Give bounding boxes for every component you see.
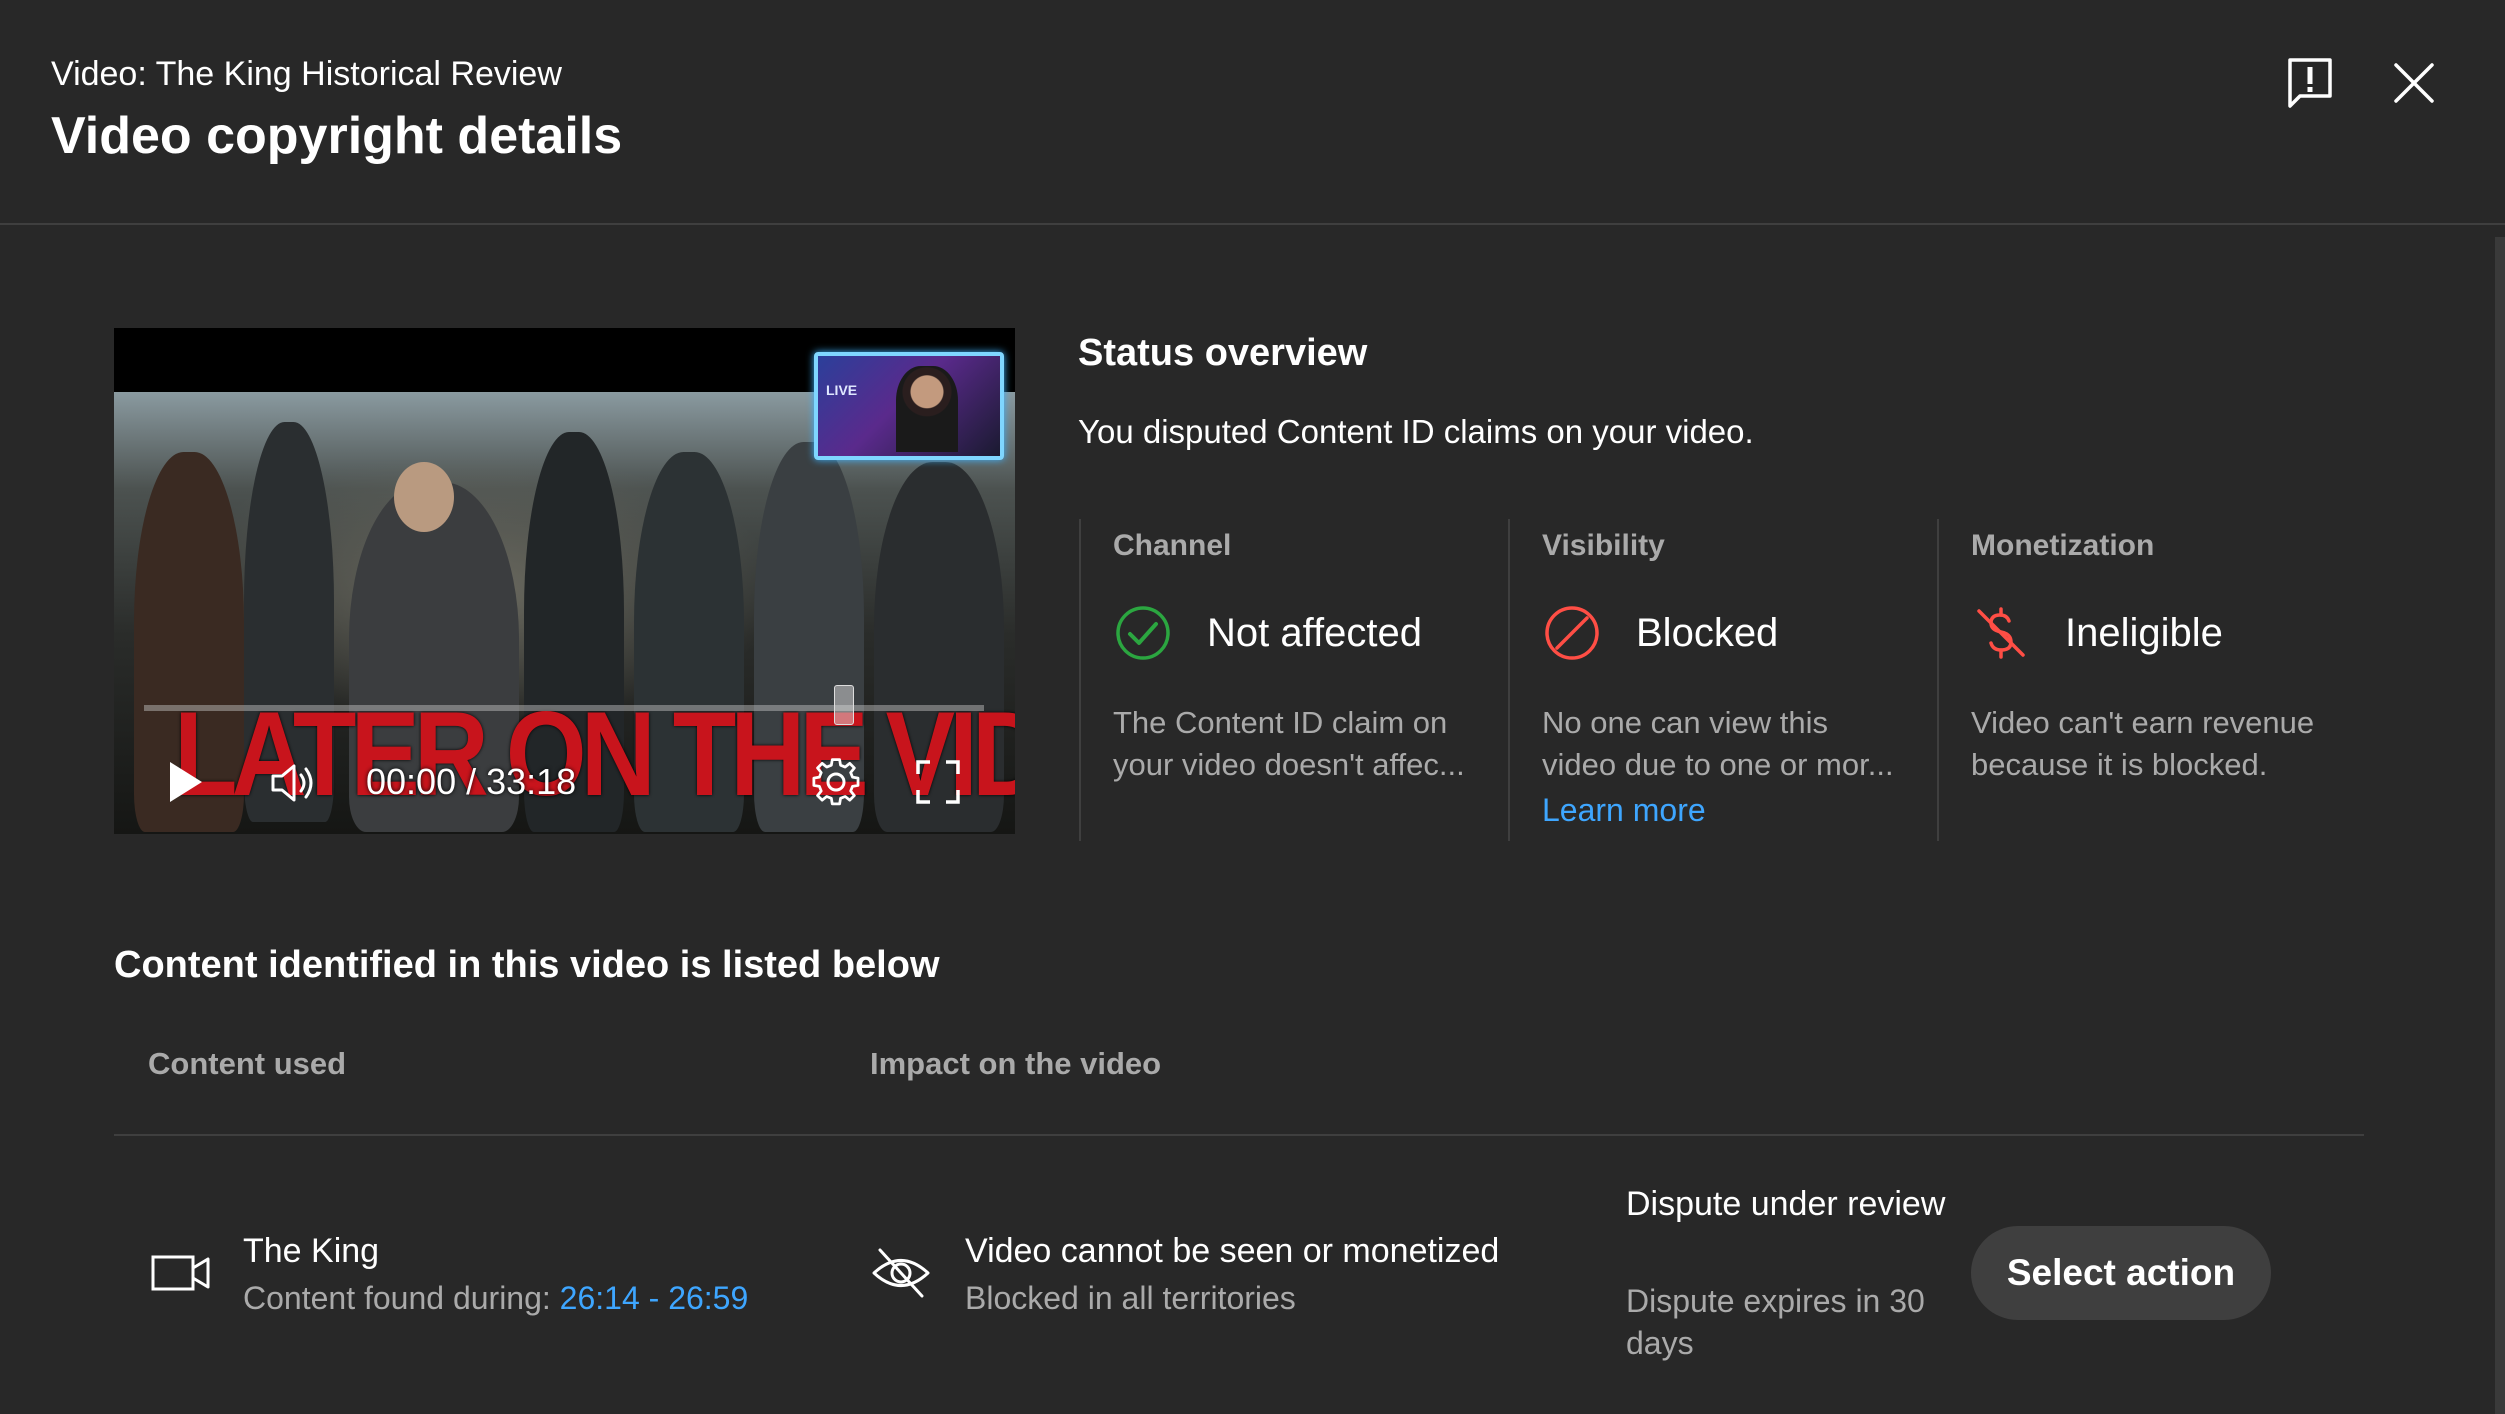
facecam-overlay: LIVE — [814, 352, 1004, 460]
dialog-header: Video: The King Historical Review Video … — [0, 0, 2505, 225]
play-icon — [170, 762, 202, 802]
blocked-icon — [1545, 606, 1599, 660]
impact-title: Video cannot be seen or monetized — [965, 1232, 1500, 1270]
close-icon — [2394, 63, 2434, 103]
fullscreen-button[interactable] — [914, 758, 962, 806]
video-player[interactable]: LIVE LATER ON THE VIDEO 00:00 / 33:18 — [114, 328, 1015, 834]
learn-more-link[interactable]: Learn more — [1542, 792, 1706, 829]
volume-icon — [271, 764, 313, 802]
dialog-title: Video copyright details — [51, 107, 623, 165]
content-title: The King — [243, 1232, 380, 1270]
content-section-title: Content identified in this video is list… — [114, 944, 940, 986]
timestamp-link[interactable]: 26:14 - 26:59 — [560, 1280, 749, 1316]
volume-button[interactable] — [268, 758, 322, 808]
status-monetization: Monetization Ineligible Video can't earn… — [1937, 519, 2367, 841]
feedback-icon — [2288, 58, 2332, 108]
close-button[interactable] — [2381, 50, 2447, 116]
play-button[interactable] — [164, 756, 208, 808]
status-text-line: because it is blocked. — [1971, 747, 2268, 782]
time-display: 00:00 / 33:18 — [366, 761, 577, 802]
dispute-expiry: Dispute expires in 30 days — [1626, 1283, 1925, 1361]
feedback-button[interactable] — [2277, 50, 2343, 116]
status-text-line: your video doesn't affec... — [1113, 747, 1465, 782]
status-text-line: The Content ID claim on — [1113, 705, 1448, 740]
status-text-line: Video can't earn revenue — [1971, 705, 2315, 740]
status-label: Monetization — [1971, 529, 2155, 562]
select-action-button[interactable]: Select action — [1971, 1226, 2271, 1320]
status-channel: Channel Not affected The Content ID clai… — [1079, 519, 1509, 841]
check-circle-icon — [1116, 606, 1170, 660]
column-header-impact: Impact on the video — [870, 1046, 1162, 1081]
status-text-line: No one can view this — [1542, 705, 1829, 740]
content-found-label: Content found during: — [243, 1280, 560, 1316]
video-camera-icon — [151, 1255, 210, 1291]
pip-live-label: LIVE — [826, 382, 858, 398]
video-subtitle: Video: The King Historical Review — [51, 55, 562, 93]
dispute-status: Dispute under review — [1626, 1185, 1946, 1223]
table-header: Content used Impact on the video — [114, 1036, 2364, 1136]
settings-button[interactable] — [808, 754, 864, 810]
table-row: The King Content found during: 26:14 - 2… — [114, 1138, 2364, 1414]
column-header-content-used: Content used — [148, 1046, 347, 1081]
content-found: Content found during: 26:14 - 26:59 — [243, 1280, 748, 1317]
progress-bar[interactable] — [144, 685, 984, 725]
gear-icon — [812, 758, 860, 806]
status-text-line: video due to one or mor... — [1542, 747, 1894, 782]
status-value: Blocked — [1636, 611, 1779, 655]
eye-off-icon — [872, 1248, 930, 1298]
status-label: Visibility — [1542, 529, 1665, 562]
status-text: The Content ID claim on your video doesn… — [1113, 702, 1493, 786]
status-description: You disputed Content ID claims on your v… — [1078, 413, 1754, 450]
status-text: No one can view this video due to one or… — [1542, 702, 1922, 786]
status-overview-title: Status overview — [1078, 332, 1368, 374]
fullscreen-icon — [916, 760, 960, 804]
scrollbar[interactable] — [2495, 237, 2505, 1414]
status-value: Ineligible — [2065, 611, 2223, 655]
status-value: Not affected — [1207, 611, 1422, 655]
facecam-person — [896, 366, 958, 452]
impact-subtitle: Blocked in all territories — [965, 1280, 1296, 1316]
status-visibility: Visibility Blocked No one can view this … — [1508, 519, 1938, 841]
status-label: Channel — [1113, 529, 1232, 562]
progress-knob[interactable] — [834, 685, 854, 725]
no-money-icon — [1977, 607, 2025, 659]
status-text: Video can't earn revenue because it is b… — [1971, 702, 2351, 786]
